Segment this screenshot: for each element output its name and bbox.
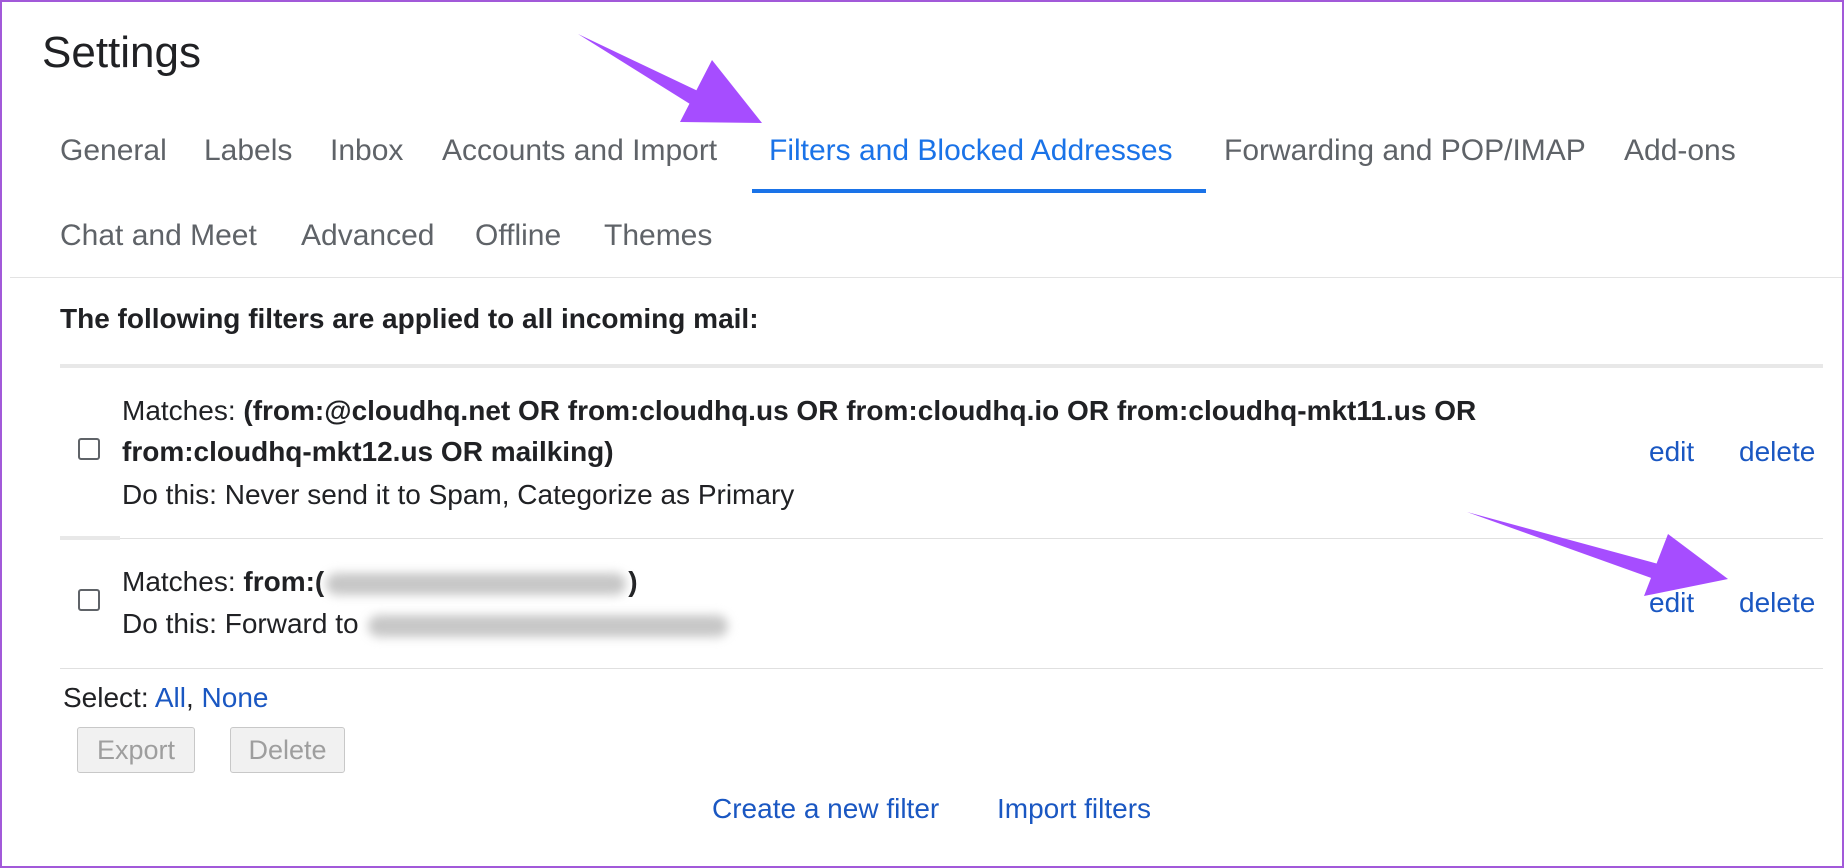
arrow-pointing-to-filters-tab [578,34,762,123]
annotation-arrows [578,34,1728,596]
arrow-pointing-to-delete-link [1467,512,1728,596]
